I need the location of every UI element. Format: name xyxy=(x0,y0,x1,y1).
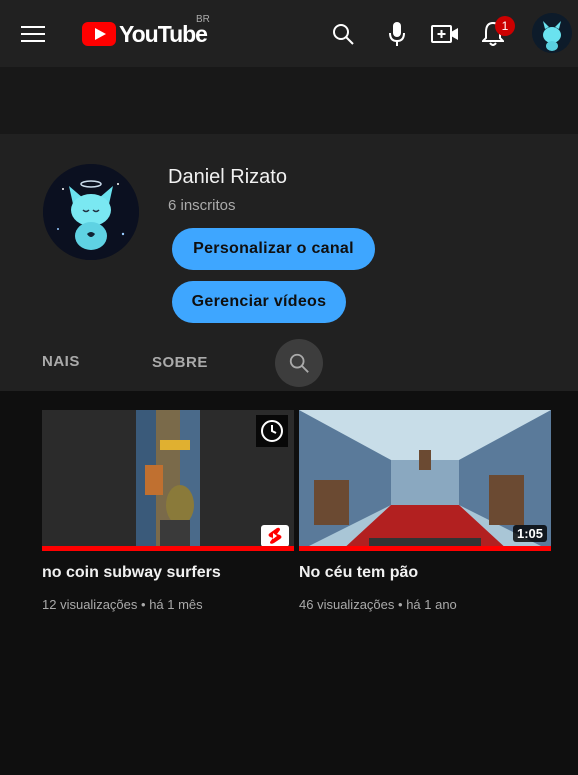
customize-channel-button[interactable]: Personalizar o canal xyxy=(172,228,375,270)
watch-progress-bar xyxy=(42,546,294,551)
youtube-play-icon xyxy=(82,22,116,46)
microphone-icon[interactable] xyxy=(383,20,411,48)
create-video-icon[interactable] xyxy=(430,20,460,48)
view-count: 12 visualizações xyxy=(42,597,138,612)
tab-about-label: SOBRE xyxy=(152,354,208,371)
shorts-icon xyxy=(261,525,289,547)
video-thumbnail[interactable] xyxy=(42,410,294,551)
channel-avatar xyxy=(43,164,139,260)
subscriber-count: 6 inscritos xyxy=(168,197,236,214)
meta-separator: • xyxy=(398,597,407,612)
meta-separator: • xyxy=(141,597,150,612)
upload-age: há 1 mês xyxy=(149,597,203,612)
video-metadata: 46 visualizações • há 1 ano xyxy=(299,597,457,612)
channel-banner xyxy=(0,67,578,134)
view-count: 46 visualizações xyxy=(299,597,395,612)
channel-header: Daniel Rizato 6 inscritos Personalizar o… xyxy=(0,134,578,391)
channel-name: Daniel Rizato xyxy=(168,166,287,188)
youtube-logo[interactable]: YouTube BR xyxy=(82,14,210,48)
logo-text: YouTube xyxy=(119,20,208,47)
video-metadata: 12 visualizações • há 1 mês xyxy=(42,597,203,612)
watch-progress-bar xyxy=(299,546,551,551)
tab-channels[interactable]: NAIS xyxy=(42,353,82,370)
notification-badge: 1 xyxy=(495,16,515,36)
video-duration: 1:05 xyxy=(512,525,547,542)
upload-age: há 1 ano xyxy=(406,597,457,612)
watch-later-icon[interactable] xyxy=(256,415,288,447)
tab-about[interactable]: SOBRE xyxy=(152,354,208,371)
video-title[interactable]: No céu tem pão xyxy=(299,564,418,582)
top-app-bar: YouTube BR 1 xyxy=(0,0,578,67)
video-thumbnail[interactable]: 1:05 xyxy=(299,410,551,551)
menu-icon[interactable] xyxy=(20,21,46,47)
account-avatar[interactable] xyxy=(532,13,572,53)
search-icon[interactable] xyxy=(329,20,357,48)
video-title[interactable]: no coin subway surfers xyxy=(42,564,221,582)
manage-videos-button[interactable]: Gerenciar vídeos xyxy=(172,281,346,323)
channel-search-button[interactable] xyxy=(275,339,323,387)
search-icon xyxy=(289,353,309,373)
tab-channels-label: NAIS xyxy=(42,353,80,370)
country-code: BR xyxy=(196,14,210,25)
